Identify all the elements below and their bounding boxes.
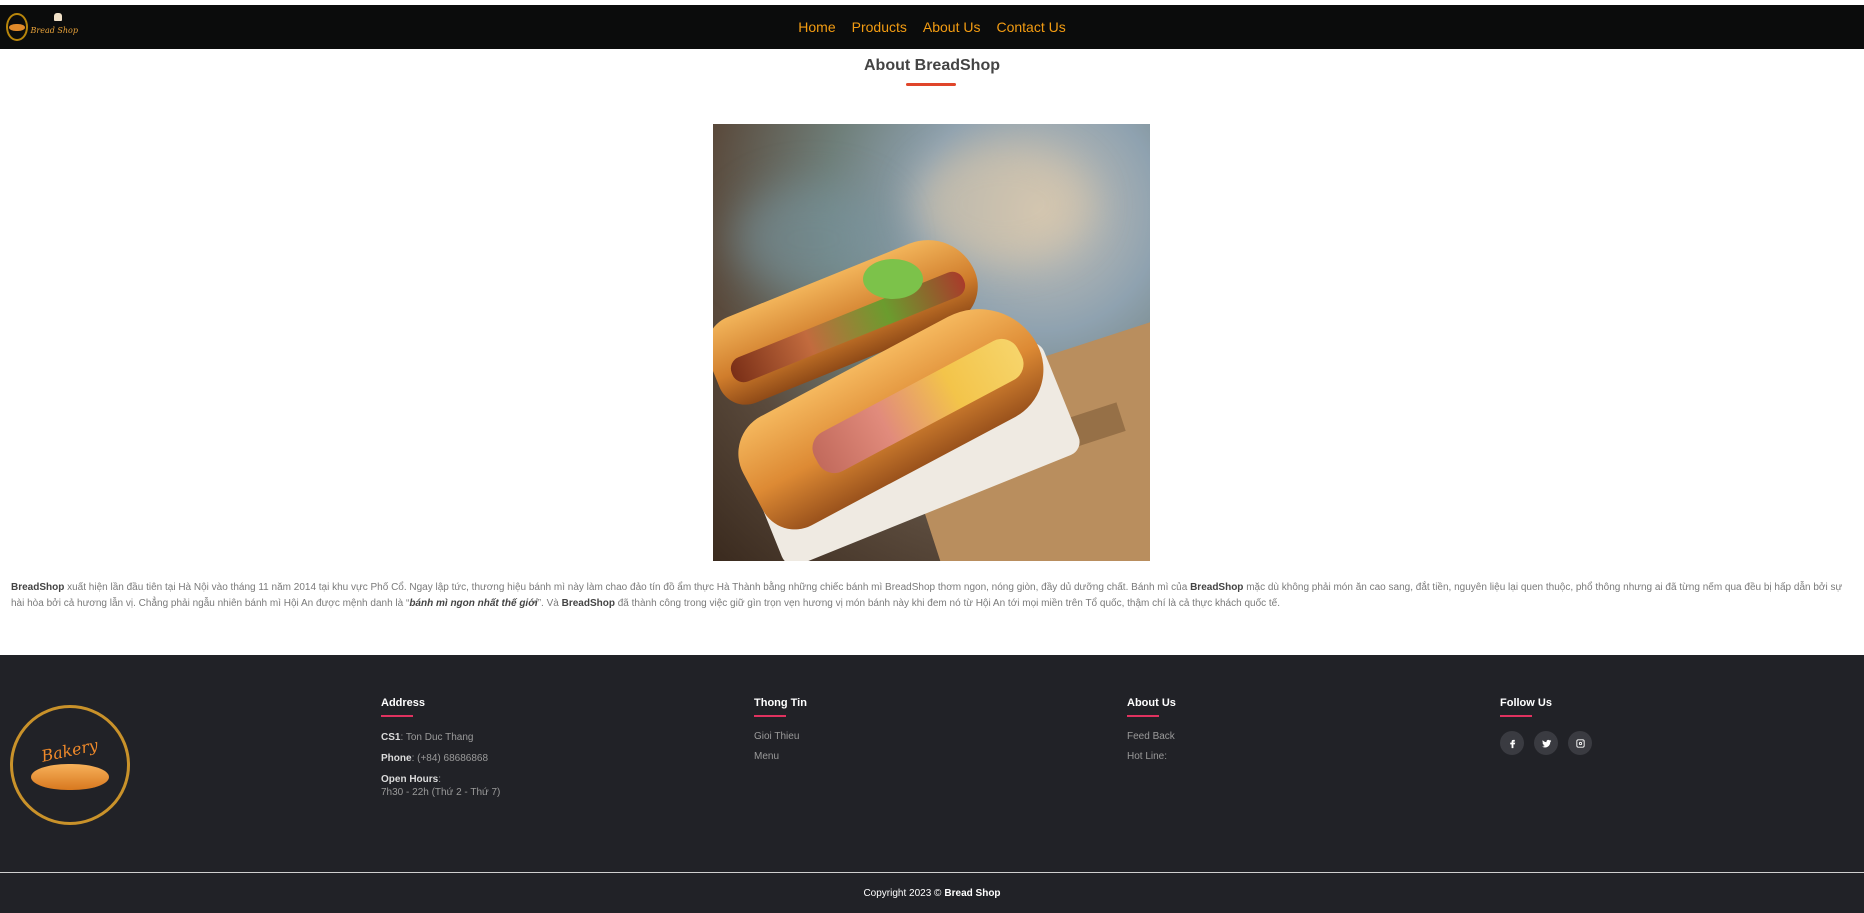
aboutus-heading: About Us — [1127, 697, 1176, 709]
footer-follow: Follow Us — [1500, 697, 1750, 755]
copyright-bar: Copyright 2023 © Bread Shop — [0, 872, 1864, 913]
brand-logo[interactable]: Bread Shop — [6, 11, 78, 43]
chef-hat-icon — [54, 13, 62, 21]
twitter-icon[interactable] — [1534, 731, 1558, 755]
footer-aboutus: About Us Feed Back Hot Line: — [1127, 697, 1377, 771]
brand-name: BreadShop — [1190, 582, 1244, 593]
instagram-icon[interactable] — [1568, 731, 1592, 755]
paragraph-text: đã thành công trong việc giữ gìn trọn vẹ… — [614, 598, 1281, 609]
copyright-text: Copyright 2023 © — [863, 887, 942, 899]
hours-colon: : — [438, 774, 442, 785]
logo-bread-icon — [6, 13, 28, 41]
heading-underline — [1127, 715, 1159, 717]
address-line: CS1: Ton Duc Thang — [381, 731, 631, 744]
logo-text: Bread Shop — [30, 25, 78, 35]
phone-label: Phone — [381, 753, 412, 764]
heading-underline — [1500, 715, 1532, 717]
nav-home-link[interactable]: Home — [798, 19, 835, 35]
brand-name: BreadShop — [561, 598, 615, 609]
heading-underline — [381, 715, 413, 717]
bread-icon — [31, 763, 109, 790]
follow-heading: Follow Us — [1500, 697, 1552, 709]
feedback-link[interactable]: Feed Back — [1127, 731, 1377, 742]
top-navbar: Bread Shop Home Products About Us Contac… — [0, 5, 1864, 49]
menu-link[interactable]: Menu — [754, 751, 1004, 762]
nav-contact-link[interactable]: Contact Us — [996, 19, 1065, 35]
nav-products-link[interactable]: Products — [852, 19, 907, 35]
about-paragraph: BreadShop xuất hiện lần đầu tiên tại Hà … — [11, 580, 1856, 612]
hotline-link[interactable]: Hot Line: — [1127, 751, 1377, 762]
banh-mi-photo — [713, 124, 1150, 561]
footer-address: Address CS1: Ton Duc Thang Phone: (+84) … — [381, 697, 631, 807]
social-links — [1500, 731, 1750, 755]
bakery-logo-text: Bakery — [40, 734, 100, 766]
hours-label: Open Hours — [381, 774, 439, 785]
brand-name: BreadShop — [11, 582, 65, 593]
hours-value: 7h30 - 22h (Thứ 2 - Thứ 7) — [381, 787, 501, 798]
phone-value: : (+84) 68686868 — [411, 753, 489, 764]
facebook-icon[interactable] — [1500, 731, 1524, 755]
paragraph-text: ”. Và — [537, 598, 562, 609]
paragraph-text: xuất hiện lần đầu tiên tại Hà Nội vào th… — [64, 582, 1191, 593]
address-label: CS1 — [381, 732, 401, 743]
page-title: About BreadShop — [864, 57, 1000, 74]
address-value: : Ton Duc Thang — [400, 732, 474, 743]
phone-line: Phone: (+84) 68686868 — [381, 752, 631, 765]
quote-text: bánh mì ngon nhất thế giới — [409, 598, 538, 609]
page: Bread Shop Home Products About Us Contac… — [0, 0, 1864, 913]
address-heading: Address — [381, 697, 426, 709]
hours-line: Open Hours: 7h30 - 22h (Thứ 2 - Thứ 7) — [381, 773, 631, 799]
main-nav: Home Products About Us Contact Us — [798, 19, 1065, 35]
gioi-thieu-link[interactable]: Gioi Thieu — [754, 731, 1004, 742]
nav-about-link[interactable]: About Us — [923, 19, 981, 35]
footer-thongtin: Thong Tin Gioi Thieu Menu — [754, 697, 1004, 771]
thongtin-heading: Thong Tin — [754, 697, 807, 709]
copyright-brand: Bread Shop — [944, 887, 1001, 899]
title-underline — [906, 83, 956, 86]
heading-underline — [754, 715, 786, 717]
bakery-logo: Bakery — [10, 705, 130, 825]
